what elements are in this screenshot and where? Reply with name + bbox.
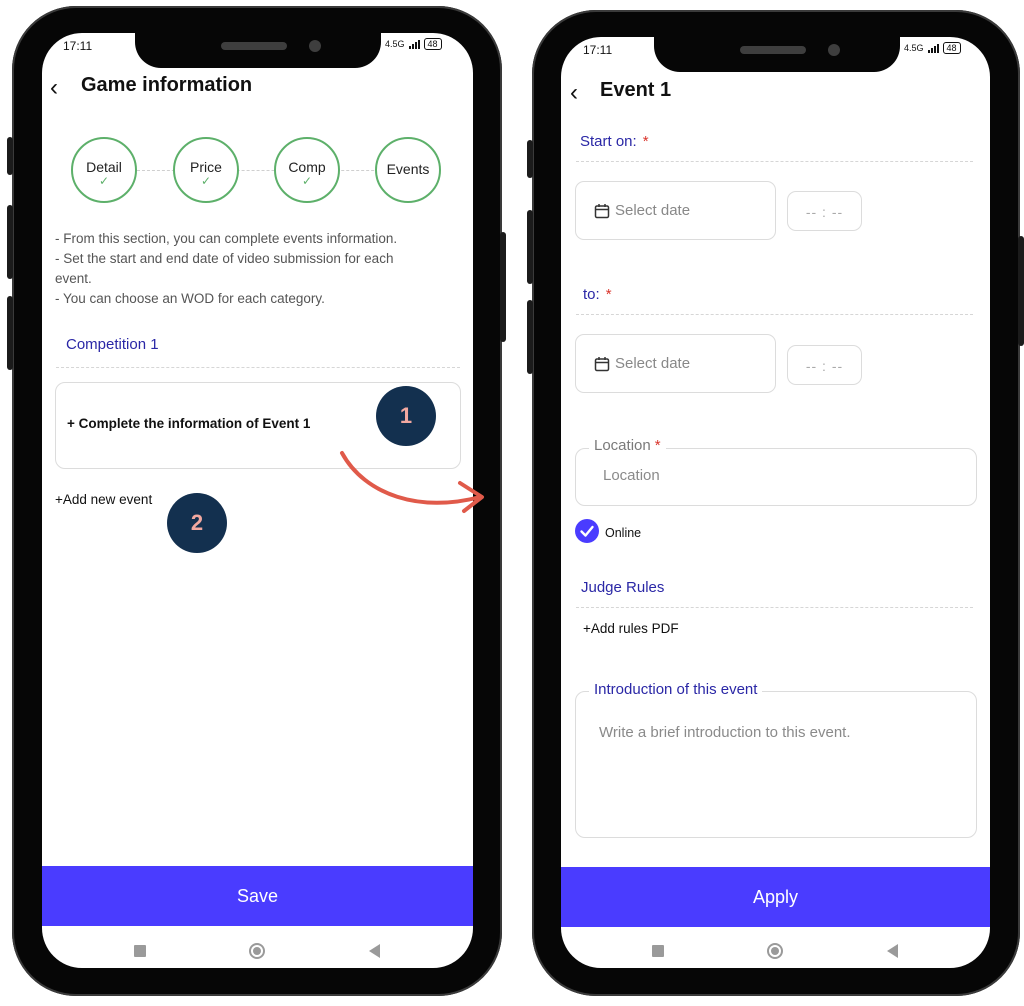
step-detail[interactable]: Detail ✓ [71,137,137,203]
add-new-event-link[interactable]: +Add new event [55,492,152,507]
network-type: 4.5G [385,39,405,49]
required-mark: * [605,286,612,303]
instruction-line: - From this section, you can complete ev… [55,231,398,246]
back-arrow-icon[interactable]: ‹ [50,76,58,100]
start-date-input[interactable]: Select date [575,181,776,240]
complete-event-link[interactable]: + Complete the information of Event 1 [67,416,310,431]
left-notch [135,24,381,68]
left-phone-side-button [7,296,13,370]
location-label: Location * [589,437,666,454]
right-phone-power-button [1018,236,1024,346]
instruction-line: event. [55,271,92,286]
check-icon [580,525,594,537]
check-icon: ✓ [98,174,110,188]
check-icon: ✓ [200,174,212,188]
step-label: Price [190,159,222,175]
section-divider [576,607,973,608]
step-badge-1: 1 [376,386,436,446]
status-icons: 4.5G 48 [904,42,961,54]
right-phone-side-button [527,140,533,178]
network-type: 4.5G [904,43,924,53]
battery-icon: 48 [423,38,442,50]
battery-icon: 48 [942,42,961,54]
system-nav-bar [82,940,432,962]
introduction-label: Introduction of this event [589,681,763,698]
page-title: Game information [81,74,253,96]
right-phone-side-button [527,300,533,374]
instruction-line: - You can choose an WOD for each categor… [55,291,325,306]
start-time-input[interactable]: -- : -- [787,191,862,231]
right-notch [654,27,900,72]
online-checkbox[interactable] [575,519,599,543]
step-comp[interactable]: Comp ✓ [274,137,340,203]
instruction-line: - Set the start and end date of video su… [55,251,394,266]
transition-arrow [340,451,484,513]
add-rules-pdf-link[interactable]: +Add rules PDF [583,621,679,636]
calendar-icon [594,356,610,371]
introduction-textarea[interactable] [575,691,977,838]
introduction-placeholder: Write a brief introduction to this event… [599,724,851,741]
start-on-label: Start on: * [580,133,649,150]
location-placeholder: Location [603,467,660,484]
apply-button[interactable]: Apply [561,867,990,927]
step-badge-2: 2 [167,493,227,553]
events-instructions: - From this section, you can complete ev… [55,229,465,309]
system-nav-bar [600,940,950,962]
signal-icon [927,43,939,53]
step-price[interactable]: Price ✓ [173,137,239,203]
step-label: Comp [288,159,326,175]
section-divider [576,314,973,315]
step-events[interactable]: Events [375,137,441,203]
required-mark: * [654,437,661,454]
online-label: Online [605,526,642,540]
required-mark: * [642,133,649,150]
home-icon[interactable] [249,943,266,959]
step-label: Detail [86,159,122,175]
status-time: 17:11 [583,43,613,57]
right-phone-side-button [527,210,533,284]
check-icon: ✓ [301,174,313,188]
home-icon[interactable] [767,943,784,959]
end-time-input[interactable]: -- : -- [787,345,862,385]
back-arrow-icon[interactable]: ‹ [570,81,578,105]
page-title: Event 1 [600,79,672,101]
status-time: 17:11 [63,39,93,53]
left-phone-side-button [7,205,13,279]
competition-label: Competition 1 [66,336,159,353]
recents-icon[interactable] [651,945,664,957]
date-placeholder: Select date [615,355,691,372]
step-label: Events [386,161,430,177]
judge-rules-label: Judge Rules [581,579,665,596]
section-divider [56,367,460,368]
calendar-icon [594,203,610,218]
end-date-input[interactable]: Select date [575,334,776,393]
left-phone-power-button [500,232,506,342]
back-icon[interactable] [887,944,899,958]
signal-icon [408,39,420,49]
left-phone-side-button [7,137,13,175]
to-label: to: * [583,286,612,303]
save-button[interactable]: Save [42,866,473,926]
date-placeholder: Select date [615,202,691,219]
section-divider [576,161,973,162]
recents-icon[interactable] [133,945,146,957]
back-icon[interactable] [369,944,381,958]
status-icons: 4.5G 48 [385,38,442,50]
